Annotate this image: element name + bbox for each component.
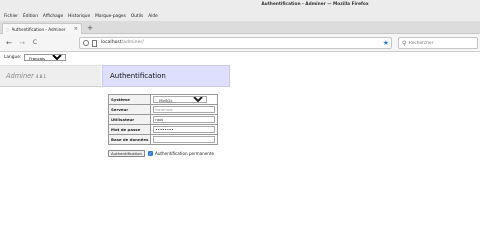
table-row: Mot de passe [107, 124, 219, 135]
forward-icon[interactable]: → [17, 38, 27, 48]
tab-label: Authentification - Adminer [11, 26, 66, 32]
table-row: Base de données [107, 134, 219, 145]
server-input[interactable] [153, 106, 216, 113]
server-label: Serveur [107, 104, 152, 115]
app-title[interactable]: Adminer 4.8.1 [6, 72, 46, 80]
search-bar[interactable]: ⚲ [398, 37, 478, 49]
url-bar[interactable]: localhost/adminer/ ★ [79, 37, 392, 49]
system-select[interactable]: MySQL [153, 96, 208, 103]
menu-aide[interactable]: Aide [148, 14, 158, 19]
form-actions: Authentification ✓ Authentification perm… [108, 150, 214, 157]
menu-fichier[interactable]: Fichier [4, 14, 18, 19]
password-label: Mot de passe [107, 124, 152, 135]
username-cell [150, 114, 219, 125]
app-name: Adminer [6, 72, 34, 80]
tab-adminer[interactable]: ◌ Authentification - Adminer × [2, 23, 82, 34]
table-row: Serveur [107, 104, 219, 115]
url-host: localhost [101, 40, 122, 45]
tab-strip: ◌ Authentification - Adminer × + [0, 21, 480, 34]
star-icon[interactable]: ★ [383, 39, 389, 48]
content-header: Authentification [102, 65, 230, 87]
password-input[interactable] [153, 126, 216, 133]
page-icon: ◌ [6, 26, 10, 32]
login-form-table: Système MySQL Serveur Utilisateur Mot de… [107, 94, 219, 145]
app-version: 4.8.1 [35, 74, 47, 79]
page-icon [92, 40, 97, 47]
new-tab-button[interactable]: + [85, 23, 95, 33]
database-label: Base de données [107, 134, 152, 145]
password-cell [150, 124, 219, 135]
language-select[interactable]: Français [24, 54, 67, 61]
url-path: /adminer/ [121, 40, 144, 45]
language-label: Langue: [4, 55, 22, 60]
nav-toolbar: ← → C localhost/adminer/ ★ ⚲ [0, 34, 480, 52]
search-input[interactable] [409, 39, 475, 48]
info-icon[interactable] [83, 40, 89, 46]
window-title: Authentification - Adminer — Mozilla Fir… [261, 2, 369, 7]
menu-edition[interactable]: Édition [23, 14, 38, 19]
system-cell: MySQL [150, 94, 219, 105]
menubar: Fichier Édition Affichage Historique Mar… [0, 11, 480, 21]
sidebar-menu: Adminer 4.8.1 [0, 65, 101, 87]
database-input[interactable] [153, 136, 216, 143]
language-row: Langue: Français [4, 53, 67, 62]
login-button[interactable]: Authentification [108, 150, 146, 157]
menu-affichage[interactable]: Affichage [43, 14, 63, 19]
window-titlebar: Authentification - Adminer — Mozilla Fir… [0, 0, 480, 11]
username-label: Utilisateur [107, 114, 152, 125]
table-row: Système MySQL [107, 94, 219, 105]
menu-historique[interactable]: Historique [68, 14, 90, 19]
close-icon[interactable]: × [74, 26, 78, 32]
back-icon[interactable]: ← [4, 38, 14, 48]
system-label: Système [107, 94, 152, 105]
server-cell [150, 104, 219, 115]
table-row: Utilisateur [107, 114, 219, 125]
page-title: Authentification [110, 72, 166, 80]
reload-icon[interactable]: C [30, 38, 40, 48]
menu-outils[interactable]: Outils [131, 14, 143, 19]
username-input[interactable] [153, 116, 216, 123]
url-text[interactable]: localhost/adminer/ [101, 40, 144, 45]
search-icon: ⚲ [402, 40, 407, 47]
permanent-login-checkbox[interactable]: ✓ [148, 151, 154, 156]
permanent-login-label[interactable]: Authentification permanente [155, 151, 214, 156]
menu-marque-pages[interactable]: Marque-pages [95, 14, 126, 19]
database-cell [150, 134, 219, 145]
